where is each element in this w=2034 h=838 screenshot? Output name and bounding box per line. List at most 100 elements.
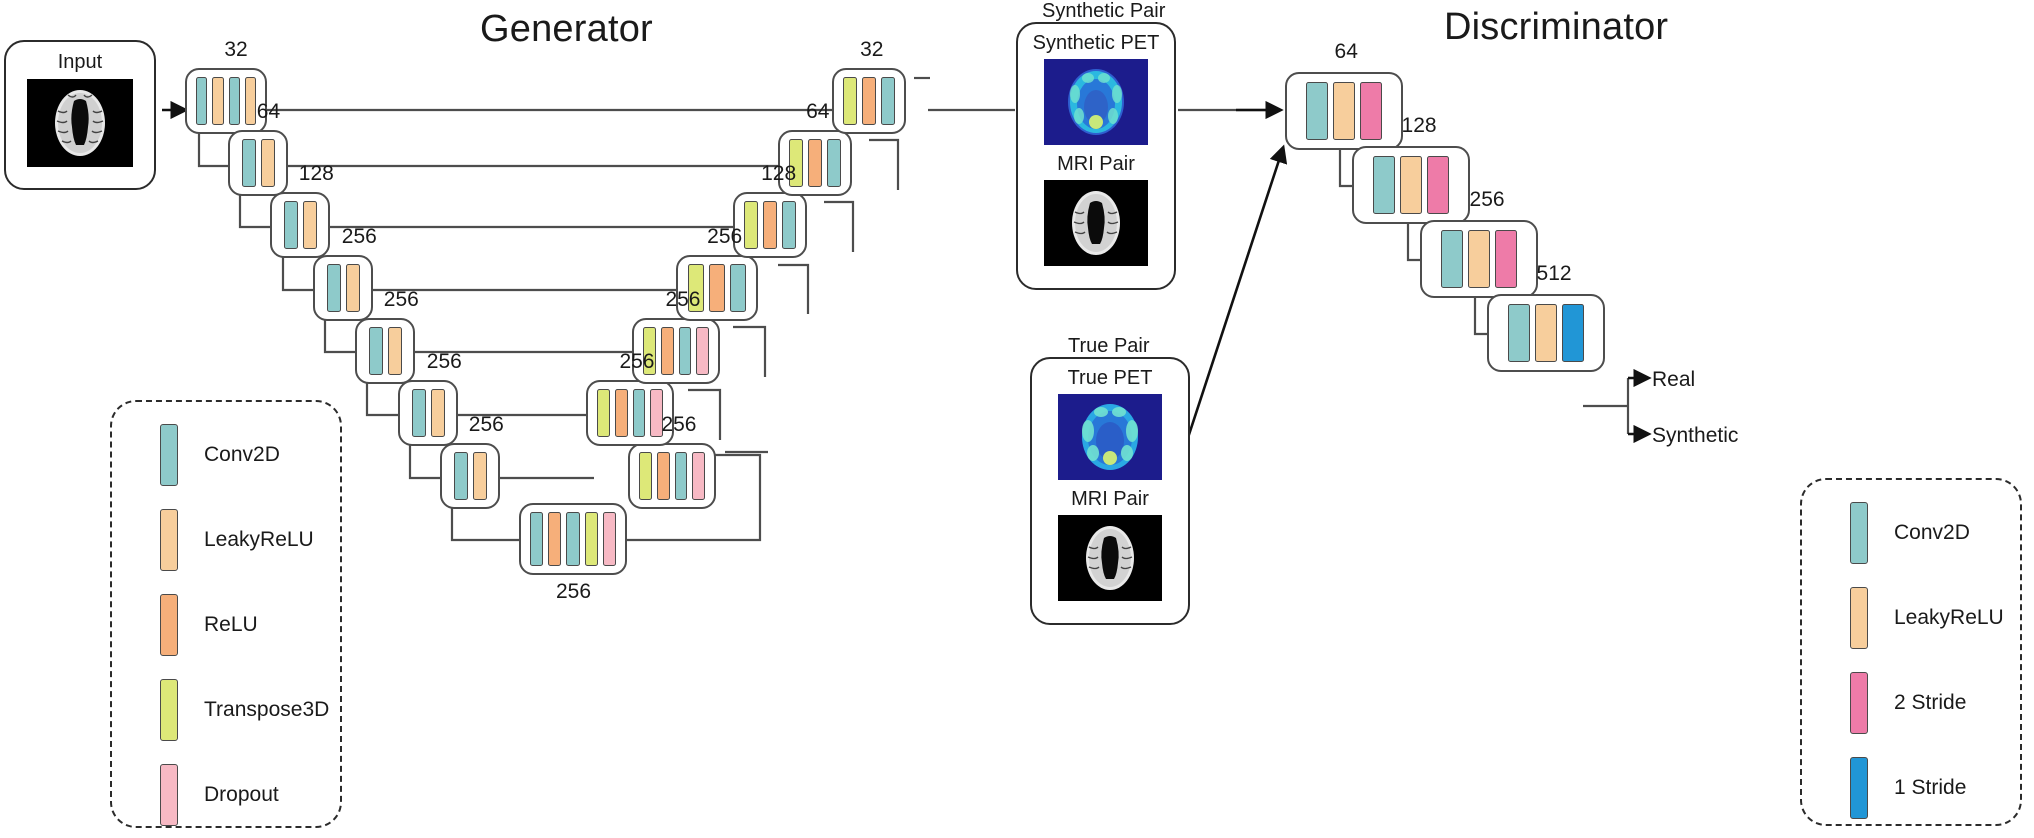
- layer-bar-conv2d: [632, 388, 646, 438]
- generator-encoder-channels-3: 256: [341, 225, 377, 248]
- layer-bar-relu: [614, 388, 628, 438]
- legend-swatch-leakyrelu: [160, 509, 178, 571]
- diagram-canvas: Generator Discriminator Input 32 64 128 …: [0, 0, 2034, 838]
- layer-bar-conv2d: [1373, 156, 1395, 214]
- generator-encoder-channels-1: 64: [256, 100, 281, 123]
- layer-bar-stride2: [1495, 230, 1517, 288]
- true-pair-panel: True PET MRI Pair: [1030, 357, 1190, 625]
- generator-bottleneck-block: [519, 503, 627, 575]
- generator-decoder-channels-0: 256: [661, 413, 697, 436]
- generator-bottleneck-channels: 256: [556, 580, 592, 603]
- generator-decoder-channels-3: 256: [707, 225, 743, 248]
- layer-bar-conv2d: [1306, 82, 1328, 140]
- layer-bar-dropout: [602, 512, 617, 566]
- layer-bar-conv2d: [827, 138, 841, 188]
- legend-swatch-transpose3d: [160, 679, 178, 741]
- generator-encoder-channels-0: 32: [224, 38, 248, 61]
- layer-bar-conv2d: [283, 200, 298, 250]
- legend-swatch-conv2d: [160, 424, 178, 486]
- layer-bar-conv2d: [678, 326, 692, 376]
- discriminator-channels-0: 64: [1334, 40, 1358, 63]
- layer-bar-dropout: [692, 451, 705, 501]
- legend-label: LeakyReLU: [1894, 606, 2004, 629]
- discriminator-block-0: [1285, 72, 1403, 150]
- layer-bar-leakyrelu: [1535, 304, 1557, 362]
- generator-encoder-channels-6: 256: [468, 413, 504, 436]
- legend-item-transpose3d: Transpose3D: [160, 679, 329, 741]
- layer-bar-conv2d: [530, 512, 544, 566]
- generator-encoder-block-0: [185, 68, 267, 134]
- layer-bar-stride2: [1427, 156, 1449, 214]
- legend-label: LeakyReLU: [204, 528, 314, 551]
- legend-label: Dropout: [204, 783, 279, 806]
- layer-bar-leakyrelu: [302, 200, 317, 250]
- layer-bar-transpose3d: [744, 200, 758, 250]
- layer-bar-leakyrelu: [472, 451, 487, 501]
- layer-bar-leakyrelu: [260, 138, 275, 188]
- discriminator-channels-1: 128: [1401, 114, 1437, 137]
- layer-bar-conv2d: [730, 263, 746, 313]
- layer-bar-relu: [808, 138, 822, 188]
- synthetic-pair-caption: Synthetic Pair: [1042, 0, 1166, 22]
- legend-swatch-stride2: [1850, 672, 1868, 734]
- discriminator-channels-2: 256: [1469, 188, 1505, 211]
- discriminator-block-2: [1420, 220, 1538, 298]
- generator-encoder-block-2: [270, 192, 330, 258]
- discriminator-channels-3: 512: [1536, 262, 1572, 285]
- legend-swatch-conv2d: [1850, 502, 1868, 564]
- legend-label: Transpose3D: [204, 698, 330, 721]
- layer-bar-relu: [763, 200, 777, 250]
- layer-bar-leakyrelu: [1333, 82, 1355, 140]
- layer-bar-relu: [709, 263, 725, 313]
- legend-item-dropout: Dropout: [160, 764, 279, 826]
- legend-label: Conv2D: [204, 443, 280, 466]
- synthetic-pet-label: Synthetic PET: [1032, 32, 1160, 54]
- synthetic-pair-panel: Synthetic PET MRI Pair: [1016, 22, 1176, 290]
- legend-item-conv2d: Conv2D: [160, 424, 280, 486]
- true-mri-image: [1058, 515, 1162, 601]
- legend-swatch-stride1: [1850, 757, 1868, 819]
- layer-bar-conv2d: [566, 512, 580, 566]
- legend-item-relu: ReLU: [160, 594, 258, 656]
- generator-decoder-block-6: [832, 68, 906, 134]
- layer-bar-stride2: [1360, 82, 1382, 140]
- synthetic-mri-image: [1044, 180, 1148, 266]
- generator-decoder-channels-4: 128: [761, 162, 797, 185]
- generator-decoder-block-4: [733, 192, 807, 258]
- true-pet-image: [1058, 394, 1162, 480]
- layer-bar-transpose3d: [597, 388, 610, 438]
- input-mri-image: [27, 79, 133, 167]
- layer-bar-leakyrelu: [1400, 156, 1422, 214]
- generator-encoder-block-3: [313, 255, 373, 321]
- legend-swatch-dropout: [160, 764, 178, 826]
- layer-bar-stride1: [1562, 304, 1584, 362]
- legend-label: 2 Stride: [1894, 691, 1967, 714]
- layer-bar-relu: [660, 326, 674, 376]
- discriminator-block-1: [1352, 146, 1470, 224]
- generator-encoder-block-1: [228, 130, 288, 196]
- generator-encoder-block-5: [398, 380, 458, 446]
- discriminator-title: Discriminator: [1444, 6, 1669, 48]
- generator-encoder-channels-2: 128: [298, 162, 334, 185]
- layer-bar-conv2d: [782, 200, 796, 250]
- generator-decoder-channels-5: 64: [806, 100, 830, 123]
- layer-bar-leakyrelu: [244, 76, 256, 126]
- layer-bar-transpose3d: [639, 451, 652, 501]
- discriminator-output-synthetic: Synthetic: [1652, 424, 1739, 447]
- synthetic-mri-pair-label: MRI Pair: [1057, 153, 1135, 175]
- legend-item-leakyrelu: LeakyReLU: [160, 509, 314, 571]
- layer-bar-leakyrelu: [430, 388, 445, 438]
- generator-title: Generator: [480, 8, 653, 50]
- generator-decoder-channels-6: 32: [860, 38, 884, 61]
- layer-bar-leakyrelu: [212, 76, 224, 126]
- true-pet-label: True PET: [1067, 367, 1153, 389]
- layer-bar-conv2d: [196, 76, 208, 126]
- legend-item-conv2d: Conv2D: [1850, 502, 1970, 564]
- layer-bar-conv2d: [1508, 304, 1530, 362]
- generator-encoder-channels-5: 256: [426, 350, 462, 373]
- legend-label: ReLU: [204, 613, 258, 636]
- legend-label: Conv2D: [1894, 521, 1970, 544]
- input-card: Input: [4, 40, 156, 190]
- true-mri-pair-label: MRI Pair: [1071, 488, 1149, 510]
- true-pair-caption: True Pair: [1068, 335, 1150, 357]
